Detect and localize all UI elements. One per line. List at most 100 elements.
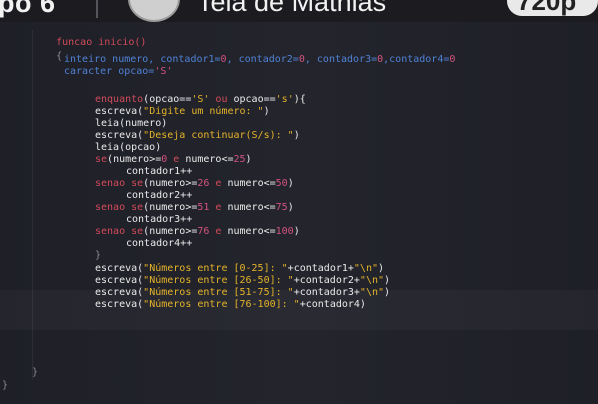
code-text: numero<= — [185, 154, 234, 165]
code-line-leia1: leia(numero) — [95, 118, 167, 129]
code-text: numero<= — [227, 178, 276, 189]
number-literal: 51 — [197, 202, 210, 213]
string-literal: "Números entre [0-25]: " — [143, 263, 288, 274]
brace: } — [95, 250, 102, 261]
brace: { — [56, 51, 63, 62]
video-title-bar: po 6 Tela de Mathias 720p 5 — [0, 0, 598, 46]
code-text: contador3++ — [126, 214, 193, 225]
code-line-se3: senao se(numero>=51 e numero<=75) — [95, 202, 294, 213]
code-line-out4: escreva("Números entre [76-100]: "+conta… — [95, 299, 366, 310]
code-text: opcao= — [112, 66, 155, 77]
string-literal: "Números entre [76-100]: " — [143, 299, 300, 310]
code-text: ) — [287, 202, 294, 213]
title-divider — [96, 0, 98, 18]
number-literal: 26 — [197, 178, 210, 189]
code-text: numero<= — [227, 202, 276, 213]
code-line-inc4: contador4++ — [126, 238, 192, 249]
code-line-out1: escreva("Números entre [0-25]: "+contado… — [95, 263, 384, 274]
keyword: se — [95, 154, 108, 165]
code-text: numero<= — [227, 226, 276, 237]
code-text: +contador1+ — [287, 263, 354, 274]
number-literal: 76 — [197, 226, 210, 237]
code-text: contador1++ — [126, 166, 193, 177]
code-text: (numero>= — [143, 226, 198, 237]
string-literal: "\n" — [359, 287, 385, 298]
number-literal: 0 — [449, 54, 456, 65]
code-line-se2: senao se(numero>=26 e numero<=50) — [95, 178, 294, 189]
code-text: escreva( — [95, 299, 144, 310]
code-text: , contador2= — [226, 54, 299, 65]
code-text: ) — [378, 263, 385, 274]
code-text: (numero>= — [143, 178, 198, 189]
code-line-close-outer: } — [2, 380, 8, 391]
channel-title: Tela de Mathias — [197, 0, 387, 17]
episode-title: po 6 — [0, 0, 56, 18]
code-line-out2: escreva("Números entre [26-50]: "+contad… — [95, 275, 390, 286]
keyword: e — [209, 202, 228, 213]
code-text: ,contador4= — [383, 54, 450, 65]
string-literal: 'S' — [191, 94, 210, 105]
string-literal: 's' — [275, 94, 294, 105]
keyword: senao se — [95, 178, 144, 189]
string-literal: "Digite um número: " — [143, 106, 264, 117]
code-text: +contador4) — [299, 299, 366, 310]
number-literal: 75 — [275, 202, 288, 213]
string-literal: "Números entre [51-75]: " — [143, 287, 294, 298]
code-text: ) — [287, 178, 294, 189]
code-text: ) — [384, 287, 391, 298]
code-line-inc1: contador1++ — [126, 166, 192, 177]
quality-badge[interactable]: 720p 5 — [507, 0, 598, 46]
code-text: ) — [293, 226, 300, 237]
code-text: contador4++ — [126, 238, 193, 249]
code-text: escreva( — [95, 263, 144, 274]
code-line-open-brace: { — [32, 40, 62, 73]
keyword: enquanto — [95, 94, 144, 105]
code-text: , contador3= — [304, 54, 378, 65]
number-literal: 100 — [275, 226, 294, 237]
code-text: ) — [245, 154, 252, 165]
code-text: ) — [384, 275, 391, 286]
code-line-se1: se(numero>=0 e numero<=25) — [95, 154, 252, 165]
keyword: ou — [209, 94, 234, 105]
code-text: ){ — [293, 94, 306, 105]
code-line-leia2: leia(opcao) — [95, 142, 161, 153]
code-text: leia(numero) — [95, 118, 168, 129]
number-literal: 25 — [233, 154, 246, 165]
avatar — [128, 0, 180, 22]
brace: } — [32, 367, 39, 378]
code-line-close-while: } — [95, 250, 101, 261]
type-keyword: inteiro — [64, 54, 107, 65]
keyword: e — [167, 154, 186, 165]
func-declaration: funcao inicio() — [56, 37, 147, 48]
string-literal: "Números entre [26-50]: " — [143, 275, 294, 286]
code-line-while: enquanto(opcao=='S' ou opcao=='s'){ — [95, 94, 306, 105]
brace: } — [2, 380, 9, 391]
code-line-escreva1: escreva("Digite um número: ") — [95, 106, 270, 117]
code-text: (numero>= — [143, 202, 198, 213]
code-editor[interactable]: funcao inicio() { inteiro numero, contad… — [0, 22, 598, 404]
code-text: escreva( — [95, 275, 144, 286]
code-text: ) — [293, 130, 300, 141]
code-text: +contador3+ — [293, 287, 360, 298]
string-literal: "\n" — [359, 275, 385, 286]
string-literal: "\n" — [353, 263, 378, 274]
code-text: escreva( — [95, 130, 144, 141]
keyword: senao se — [95, 226, 144, 237]
code-line-close-inner: } — [32, 367, 38, 378]
number-literal: 50 — [275, 178, 288, 189]
keyword: e — [209, 178, 228, 189]
code-text: numero, contador1= — [106, 54, 221, 65]
code-line-out3: escreva("Números entre [51-75]: "+contad… — [95, 287, 390, 298]
type-keyword: caracter — [64, 66, 113, 77]
code-text: (numero>= — [107, 154, 162, 165]
code-line-escreva2: escreva("Deseja continuar(S/s): ") — [95, 130, 300, 141]
code-text: ) — [263, 106, 270, 117]
char-literal: 'S' — [154, 66, 173, 77]
code-line-int-decl: inteiro numero, contador1=0, contador2=0… — [64, 54, 455, 65]
code-text: leia(opcao) — [95, 142, 162, 153]
keyword: e — [209, 226, 228, 237]
code-text: (opcao== — [143, 94, 192, 105]
code-line-inc3: contador3++ — [126, 214, 192, 225]
string-literal: "Deseja continuar(S/s): " — [143, 130, 294, 141]
code-text: opcao== — [233, 94, 276, 105]
